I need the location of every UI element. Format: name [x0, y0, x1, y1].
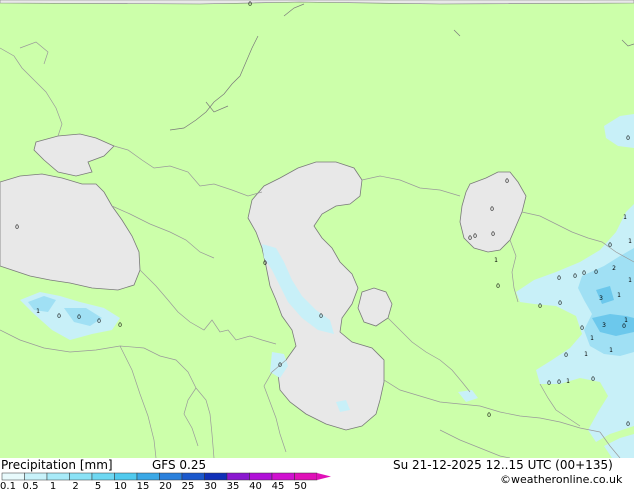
scale-label: 45: [271, 481, 285, 490]
scale-swatch: [271, 472, 295, 481]
precip-value: 0: [496, 283, 500, 290]
precip-value: 0: [557, 275, 561, 282]
precip-value: 0: [97, 318, 101, 325]
precip-value: 0: [263, 260, 267, 267]
scale-label: 40: [249, 481, 262, 490]
precip-value: 0: [278, 362, 282, 369]
precip-value: 1: [566, 378, 570, 385]
precip-value: 0: [573, 273, 577, 280]
scale-label: 25: [181, 481, 195, 490]
precip-value: 1: [609, 347, 613, 354]
scale-swatch: [91, 472, 115, 481]
precip-value: 1: [617, 292, 621, 299]
precipitation-map: 0 0 0 0 0 1 0 0 0 0 0 0 0 0 0 1 0 1 0 1 …: [0, 0, 634, 458]
precip-value: 0: [582, 270, 586, 277]
scale-swatch: [204, 472, 228, 481]
precip-value: 2: [612, 265, 616, 272]
precip-value: 0: [248, 1, 252, 8]
scale-swatch: [181, 472, 205, 481]
precip-value: 0: [57, 313, 61, 320]
precip-value: 0: [564, 352, 568, 359]
legend-bar: Precipitation [mm] GFS 0.25 Su 21-12-202…: [0, 458, 634, 490]
precip-value: 1: [494, 257, 498, 264]
precip-value: 0: [505, 178, 509, 185]
precip-value: 0: [15, 224, 19, 231]
precip-value: 0: [77, 314, 81, 321]
precip-value: 1: [628, 277, 632, 284]
precip-value: 1: [623, 214, 627, 221]
scale-swatch: [159, 472, 183, 481]
scale-label: 1: [49, 481, 57, 490]
scale-label: 5: [94, 481, 102, 490]
precip-value: 1: [590, 335, 594, 342]
scale-label: 35: [226, 481, 240, 490]
precip-value: 1: [628, 238, 632, 245]
precip-value: 0: [557, 379, 561, 386]
precip-value: 0: [473, 233, 477, 240]
scale-label: 20: [159, 481, 172, 490]
precip-value: 3: [602, 322, 606, 329]
scale-swatch: [226, 472, 250, 481]
color-scale: 0.1 0.5 1 2 5 10 15 20 25 30 35 40 45 50: [0, 458, 634, 490]
scale-label: 30: [204, 481, 217, 490]
scale-swatch: [46, 472, 70, 481]
map-frame: 0 0 0 0 0 1 0 0 0 0 0 0 0 0 0 1 0 1 0 1 …: [0, 0, 634, 490]
precip-value: 0: [591, 376, 595, 383]
precip-value: 0: [468, 235, 472, 242]
precip-value: 0: [626, 421, 630, 428]
scale-swatch: [136, 472, 160, 481]
precip-value: 0: [487, 412, 491, 419]
precip-value: 0: [608, 242, 612, 249]
scale-label: 2: [72, 481, 79, 490]
scale-swatch: [69, 472, 93, 481]
precip-value: 0: [319, 313, 323, 320]
precip-value: 1: [36, 308, 40, 315]
scale-label: 15: [136, 481, 150, 490]
scale-label: 0.1: [0, 481, 16, 490]
precip-value: 0: [491, 231, 495, 238]
scale-arrow: [317, 473, 331, 480]
scale-swatch: [114, 472, 138, 481]
precip-value: 3: [599, 295, 603, 302]
precip-value: 0: [547, 380, 551, 387]
precip-value: 1: [584, 351, 588, 358]
precip-value: 0: [626, 135, 630, 142]
precip-value: 0: [558, 300, 562, 307]
precip-value: 0: [118, 322, 122, 329]
scale-swatch: [1, 472, 25, 481]
precip-value: 0: [594, 269, 598, 276]
scale-swatch: [294, 472, 318, 481]
precip-value: 0: [490, 206, 494, 213]
scale-swatch: [249, 472, 273, 481]
scale-label: 10: [114, 481, 127, 490]
precip-value: 0: [580, 325, 584, 332]
precip-value: 0: [538, 303, 542, 310]
precip-value: 0: [622, 323, 626, 330]
scale-label: 50: [294, 481, 307, 490]
scale-swatch: [24, 472, 48, 481]
scale-label: 0.5: [22, 481, 39, 490]
